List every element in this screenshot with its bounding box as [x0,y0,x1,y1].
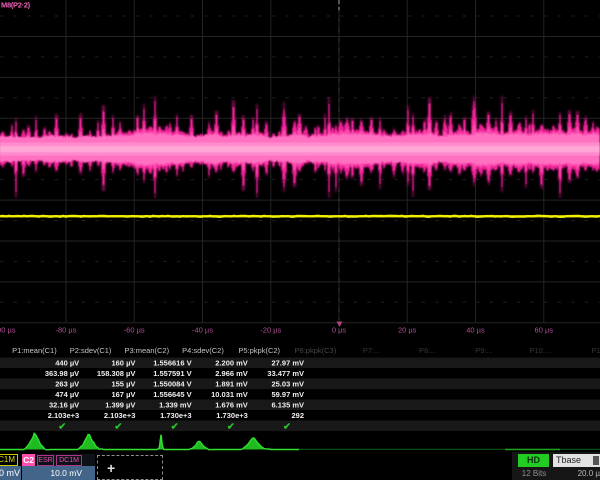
svg-text:27.97 mV: 27.97 mV [271,359,304,368]
svg-text:2.200 mV: 2.200 mV [215,359,248,368]
svg-text:P6:pkpk(C3): P6:pkpk(C3) [295,346,337,355]
svg-text:-20 µs: -20 µs [260,326,281,335]
svg-text:M8(P2·2): M8(P2·2) [1,1,31,10]
svg-text:1.891 mV: 1.891 mV [215,380,248,389]
svg-text:✔: ✔ [283,422,291,433]
svg-text:P1:mean(C1): P1:mean(C1) [12,346,57,355]
svg-text:P8:...: P8:... [419,346,437,355]
svg-text:P3:mean(C2): P3:mean(C2) [124,346,169,355]
svg-text:1.550084 V: 1.550084 V [153,380,191,389]
svg-text:P2:sdev(C1): P2:sdev(C1) [70,346,112,355]
svg-text:P10:...: P10:... [529,346,551,355]
svg-text:158.308 µV: 158.308 µV [97,369,136,378]
svg-text:60 µs: 60 µs [535,326,554,335]
svg-text:59.97 mV: 59.97 mV [271,390,304,399]
svg-text:-100 µs: -100 µs [0,326,16,335]
svg-text:-40 µs: -40 µs [192,326,213,335]
svg-text:P4:sdev(C2): P4:sdev(C2) [182,346,224,355]
svg-text:✔: ✔ [227,422,235,433]
svg-text:20 µs: 20 µs [398,326,417,335]
svg-text:✔: ✔ [114,422,122,433]
svg-text:✔: ✔ [58,422,66,433]
svg-text:32.16 µV: 32.16 µV [49,401,79,410]
svg-text:P9:...: P9:... [475,346,493,355]
svg-text:6.135 mV: 6.135 mV [271,401,304,410]
svg-text:2.103e+3: 2.103e+3 [104,411,136,420]
svg-text:167 µV: 167 µV [111,390,135,399]
svg-text:10.031 mV: 10.031 mV [211,390,248,399]
svg-text:✔: ✔ [171,422,179,433]
svg-text:25.03 mV: 25.03 mV [271,380,304,389]
svg-text:2.966 mV: 2.966 mV [215,369,248,378]
svg-text:2.103e+3: 2.103e+3 [48,411,80,420]
svg-text:160 µV: 160 µV [111,359,135,368]
svg-text:292: 292 [291,411,304,420]
svg-text:1.399 µV: 1.399 µV [105,401,135,410]
svg-text:474 µV: 474 µV [55,390,79,399]
svg-text:1.730e+3: 1.730e+3 [216,411,248,420]
svg-text:P5:pkpk(C2): P5:pkpk(C2) [238,346,280,355]
svg-text:1.557591 V: 1.557591 V [153,369,191,378]
svg-text:363.98 µV: 363.98 µV [45,369,79,378]
svg-text:-60 µs: -60 µs [124,326,145,335]
svg-text:P7:...: P7:... [363,346,381,355]
svg-text:0 µs: 0 µs [332,326,347,335]
svg-text:1.730e+3: 1.730e+3 [160,411,192,420]
svg-text:40 µs: 40 µs [466,326,485,335]
svg-text:1.556645 V: 1.556645 V [153,390,191,399]
svg-text:1.339 mV: 1.339 mV [159,401,192,410]
svg-text:-80 µs: -80 µs [56,326,77,335]
svg-text:1.556616 V: 1.556616 V [153,359,191,368]
svg-text:P1: P1 [591,346,600,355]
svg-text:33.477 mV: 33.477 mV [267,369,304,378]
svg-text:263 µV: 263 µV [55,380,79,389]
svg-text:440 µV: 440 µV [55,359,79,368]
svg-text:1.676 mV: 1.676 mV [215,401,248,410]
svg-text:155 µV: 155 µV [111,380,135,389]
